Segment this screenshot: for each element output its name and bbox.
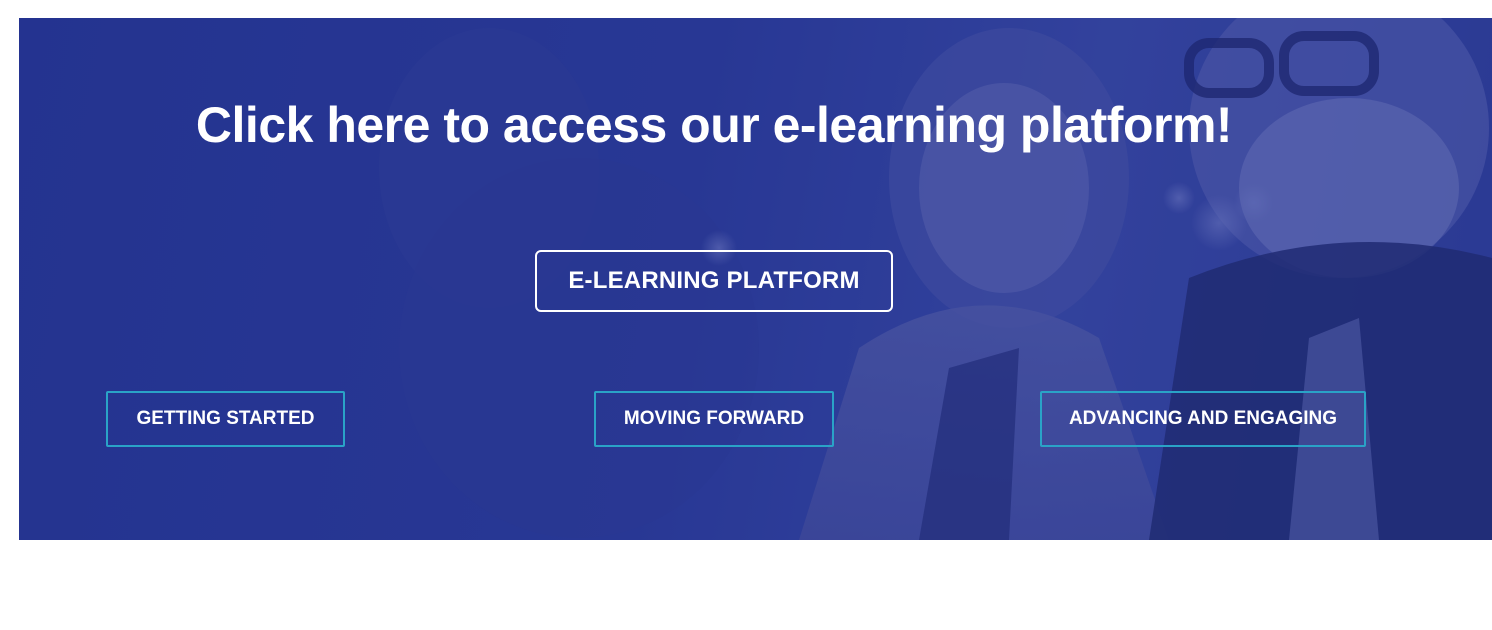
- getting-started-button[interactable]: GETTING STARTED: [106, 391, 345, 447]
- advancing-and-engaging-button[interactable]: ADVANCING AND ENGAGING: [1040, 391, 1366, 447]
- hero-title[interactable]: Click here to access our e-learning plat…: [19, 96, 1409, 154]
- moving-forward-button[interactable]: MOVING FORWARD: [594, 391, 834, 447]
- e-learning-platform-button[interactable]: E-LEARNING PLATFORM: [535, 250, 893, 312]
- hero-banner: Click here to access our e-learning plat…: [19, 18, 1492, 540]
